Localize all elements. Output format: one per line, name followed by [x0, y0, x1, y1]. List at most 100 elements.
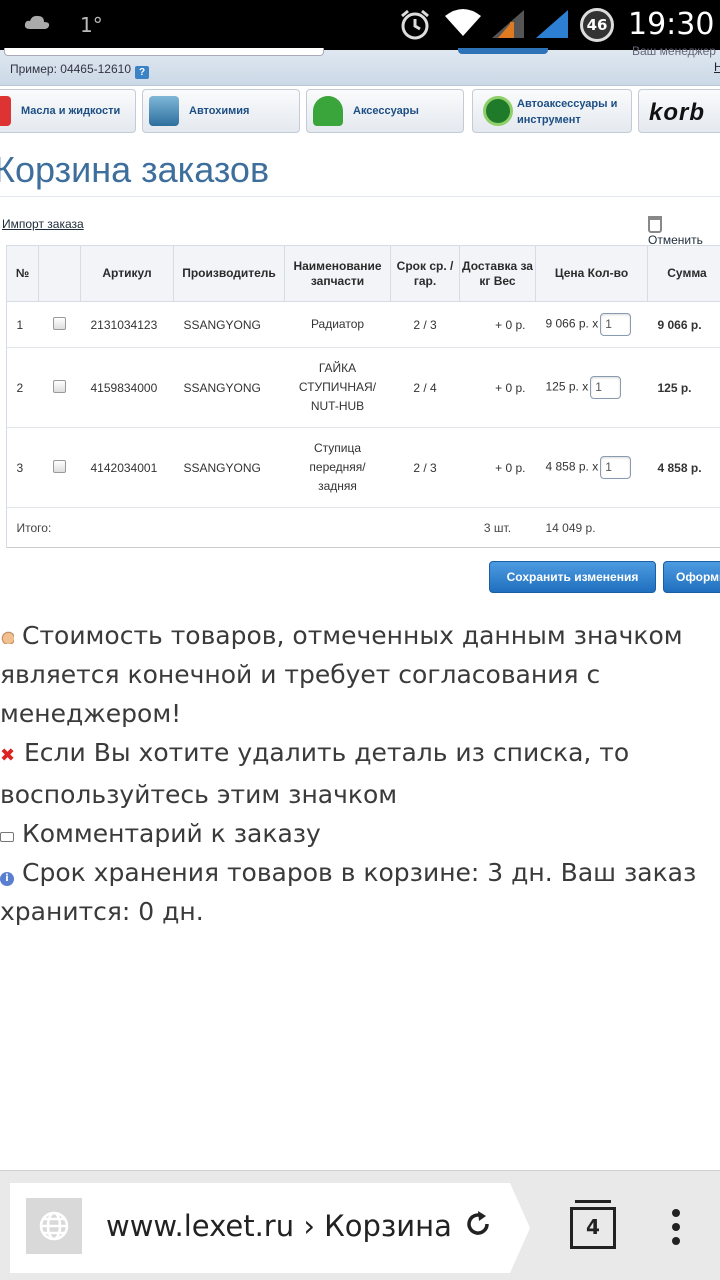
address-bar[interactable]: www.lexet.ru › Корзина заказов — [10, 1183, 530, 1273]
note-text: Если Вы хотите удалить деталь из списка,… — [0, 738, 630, 809]
hand-icon — [0, 630, 14, 644]
price: 9 066 р. x — [545, 316, 599, 331]
empty-cell — [173, 507, 285, 548]
col-select — [38, 245, 81, 302]
quantity-input[interactable]: 1 — [600, 313, 632, 336]
autochemistry-icon — [149, 96, 179, 126]
cloud-icon — [24, 15, 50, 29]
part-name: Ступица передняя/ задняя — [284, 427, 391, 508]
note-comment: Комментарий к заказу — [0, 814, 720, 853]
browser-toolbar: www.lexet.ru › Корзина заказов 4 — [0, 1170, 720, 1280]
cross-icon: ✖ — [0, 745, 16, 766]
col-price: Цена Кол-во — [535, 245, 648, 302]
total-amount: 14 049 р. — [535, 507, 648, 548]
note-text: Срок хранения товаров в корзине: 3 дн. В… — [0, 858, 697, 926]
accessories-icon — [313, 96, 343, 126]
manufacturer: SSANGYONG — [173, 301, 285, 348]
note-delete: ✖ Если Вы хотите удалить деталь из списка… — [0, 733, 720, 814]
col-article: Артикул — [80, 245, 174, 302]
divider — [0, 196, 720, 197]
note-text: Стоимость товаров, отмеченных данным зна… — [0, 621, 683, 728]
cancel-order[interactable]: Отменить — [648, 216, 720, 247]
page-title: Корзина заказов — [0, 149, 270, 190]
table-row: 1 2131034123 SSANGYONG Радиатор 2 / 3 + … — [6, 301, 720, 348]
signal-icon-2 — [536, 10, 568, 38]
info-icon: i — [0, 872, 14, 886]
row-sum: 125 р. — [647, 347, 720, 428]
category-oils[interactable]: Масла и жидкости — [0, 89, 136, 133]
row-number: 2 — [6, 347, 39, 428]
row-number: 3 — [6, 427, 39, 508]
price-cell: 9 066 р. x1 — [535, 301, 648, 348]
site-info-button[interactable] — [26, 1198, 82, 1254]
menu-icon[interactable] — [670, 1209, 682, 1249]
oil-icon — [0, 96, 11, 126]
row-sum: 4 858 р. — [647, 427, 720, 508]
table-row: 2 4159834000 SSANGYONG ГАЙКА СТУПИЧНАЯ/ … — [6, 347, 720, 428]
empty-cell — [284, 507, 391, 548]
category-tools[interactable]: Автоаксессуары и инструмент — [472, 89, 632, 133]
header-link[interactable]: Н — [714, 60, 720, 74]
category-bar: Масла и жидкости Автохимия Аксессуары Ав… — [0, 89, 720, 137]
search-button[interactable] — [458, 48, 548, 54]
article: 4159834000 — [80, 347, 174, 428]
search-input[interactable] — [4, 48, 324, 56]
status-bar: 1° 46 19:30 — [0, 0, 720, 50]
tabs-button[interactable]: 4 — [570, 1200, 616, 1249]
note-final-price: Стоимость товаров, отмеченных данным зна… — [0, 616, 720, 733]
part-name: Радиатор — [284, 301, 391, 348]
menu-dot — [672, 1209, 680, 1217]
table-row: 3 4142034001 SSANGYONG Ступица передняя/… — [6, 427, 720, 508]
price: 4 858 р. x — [545, 459, 599, 474]
globe-icon — [39, 1211, 69, 1241]
article: 2131034123 — [80, 301, 174, 348]
total-count: 3 шт. — [459, 507, 536, 548]
note-storage: i Срок хранения товаров в корзине: 3 дн. … — [0, 853, 720, 931]
empty-cell — [647, 507, 720, 548]
quantity-input[interactable]: 1 — [590, 376, 622, 399]
manufacturer: SSANGYONG — [173, 427, 285, 508]
alarm-icon — [401, 9, 429, 40]
row-select — [38, 347, 81, 428]
row-select — [38, 301, 81, 348]
tools-icon — [483, 96, 513, 126]
delivery: + 0 р. — [459, 427, 536, 508]
checkout-button[interactable]: Оформить — [663, 561, 720, 593]
col-num: № — [6, 245, 39, 302]
manager-label: Ваш менеджер — [632, 44, 716, 58]
table-header-row: № Артикул Производитель Наименование зап… — [6, 245, 720, 302]
help-icon[interactable]: ? — [135, 66, 150, 79]
row-number: 1 — [6, 301, 39, 348]
category-label: Аксессуары — [353, 105, 419, 117]
term: 2 / 4 — [390, 347, 460, 428]
category-accessories[interactable]: Аксессуары — [306, 89, 464, 133]
total-row: Итого: 3 шт. 14 049 р. — [6, 507, 720, 548]
reload-icon[interactable] — [462, 1208, 494, 1240]
delivery: + 0 р. — [459, 347, 536, 428]
category-label: Масла и жидкости — [21, 105, 121, 117]
import-order-link[interactable]: Импорт заказа — [2, 217, 84, 231]
battery-indicator: 46 — [580, 8, 614, 42]
total-label: Итого: — [6, 507, 81, 548]
row-checkbox[interactable] — [53, 316, 66, 330]
wifi-icon — [445, 9, 481, 36]
quantity-input[interactable]: 1 — [600, 456, 632, 479]
trash-icon — [648, 216, 662, 233]
site-header: Ваш менеджер Пример: 04465-12610? Н — [0, 44, 720, 86]
part-name: ГАЙКА СТУПИЧНАЯ/ NUT-HUB — [284, 347, 391, 428]
empty-cell — [80, 507, 174, 548]
search-example: Пример: 04465-12610? — [10, 62, 150, 79]
category-brand[interactable]: korb — [638, 89, 720, 133]
temperature: 1° — [80, 13, 103, 37]
col-delivery: Доставка за кг Вес — [459, 245, 536, 302]
note-text: Комментарий к заказу — [22, 819, 321, 848]
legend-notes: Стоимость товаров, отмеченных данным зна… — [0, 616, 720, 931]
row-checkbox[interactable] — [53, 459, 66, 473]
row-checkbox[interactable] — [53, 379, 66, 393]
save-changes-button[interactable]: Сохранить изменения — [489, 561, 656, 593]
clock: 19:30 — [628, 7, 715, 42]
category-autochemistry[interactable]: Автохимия — [142, 89, 300, 133]
col-term: Срок ср. / гар. — [390, 245, 460, 302]
col-manufacturer: Производитель — [173, 245, 285, 302]
manufacturer: SSANGYONG — [173, 347, 285, 428]
